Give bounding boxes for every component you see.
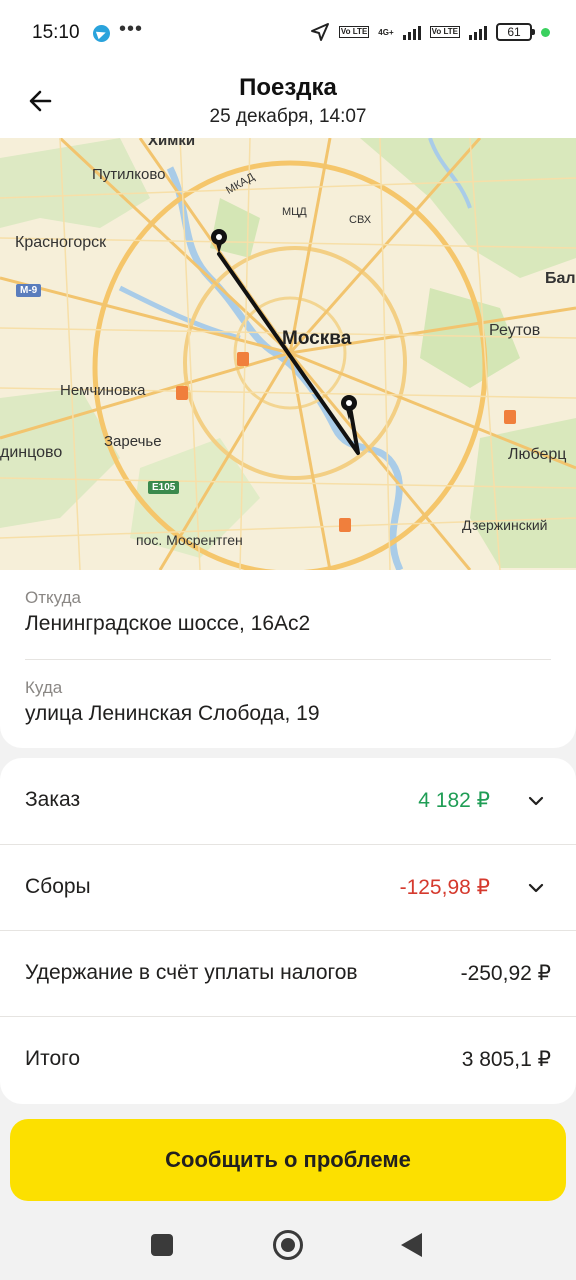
home-circle-icon[interactable] [273, 1230, 303, 1260]
from-label: Откуда [25, 588, 81, 607]
map-label-khimki: Химки [148, 138, 196, 149]
volte-icon: Vo LTE [338, 26, 370, 38]
address-card: Откуда Ленинградское шоссе, 16Ас2 Куда у… [0, 570, 576, 748]
tax-label: Удержание в счёт уплаты налогов [25, 961, 358, 984]
map-label-reutov: Реутов [489, 322, 541, 339]
fees-amount: -125,98 ₽ [399, 876, 490, 899]
order-label: Заказ [25, 788, 81, 811]
map-label-mosrentgen: пос. Мосрентген [136, 532, 243, 548]
total-amount: 3 805,1 ₽ [461, 1048, 551, 1071]
system-nav-bar [0, 1210, 576, 1280]
tax-amount: -250,92 ₽ [460, 962, 551, 985]
signal-icon [402, 24, 421, 40]
road-badge-e105: Е105 [148, 481, 180, 494]
map-label-mtsd: МЦД [282, 206, 307, 218]
battery-icon: 61 [496, 23, 535, 41]
payment-breakdown: Заказ 4 182 ₽ Сборы -125,98 ₽ Удержание … [0, 758, 576, 1104]
telegram-icon [93, 25, 110, 42]
volte-icon-2: Vo LTE [429, 26, 460, 38]
recents-square-icon[interactable] [151, 1234, 173, 1256]
page-title: Поездка [239, 74, 337, 101]
chevron-down-icon[interactable] [526, 878, 546, 898]
back-triangle-icon[interactable] [401, 1233, 422, 1257]
network-type-icon: 4G+ [378, 27, 394, 37]
trip-date: 25 декабря, 14:07 [209, 106, 367, 127]
map-canvas [0, 138, 576, 570]
total-label: Итого [25, 1047, 81, 1070]
map-label-krasnogorsk: Красногорск [15, 234, 107, 251]
map-label-skh: СВХ [349, 214, 372, 226]
fees-row[interactable]: Сборы -125,98 ₽ [0, 844, 576, 930]
from-address: Ленинградское шоссе, 16Ас2 [25, 612, 311, 635]
status-icons: Vo LTE 4G+ Vo LTE 61 [310, 22, 550, 42]
status-bar: 15:10 ••• Vo LTE 4G+ Vo LTE 61 [0, 0, 576, 66]
road-badge-m9: М-9 [16, 284, 42, 297]
map-label-odintsovo: динцово [0, 444, 63, 461]
signal-icon-2 [469, 24, 487, 40]
to-address: улица Ленинская Слобода, 19 [25, 702, 320, 725]
order-row[interactable]: Заказ 4 182 ₽ [0, 758, 576, 844]
privacy-dot-icon [541, 27, 550, 37]
status-time: 15:10 [32, 22, 80, 43]
navigation-icon [310, 23, 329, 41]
tax-row: Удержание в счёт уплаты налогов -250,92 … [0, 930, 576, 1016]
fees-label: Сборы [25, 875, 91, 898]
more-dots-icon: ••• [119, 18, 144, 40]
map-label-nemchinovka: Немчиновка [60, 382, 146, 399]
divider [25, 659, 551, 660]
report-problem-button[interactable]: Сообщить о проблеме [10, 1119, 566, 1201]
order-amount: 4 182 ₽ [418, 789, 490, 812]
map-label-zarechye: Заречье [104, 433, 162, 450]
chevron-down-icon[interactable] [526, 791, 546, 811]
total-row: Итого 3 805,1 ₽ [0, 1016, 576, 1102]
map-label-moskva: Москва [282, 328, 352, 349]
route-map[interactable]: Химки Путилково Красногорск Москва Немчи… [0, 138, 576, 570]
map-label-dzerzhinsky: Дзержинский [462, 517, 548, 533]
map-label-putilkovo: Путилково [92, 166, 166, 183]
to-label: Куда [25, 678, 63, 697]
header: Поездка 25 декабря, 14:07 [0, 66, 576, 138]
map-label-bal: Бал [545, 270, 576, 287]
map-label-lyubertsy: Люберц [508, 446, 567, 463]
